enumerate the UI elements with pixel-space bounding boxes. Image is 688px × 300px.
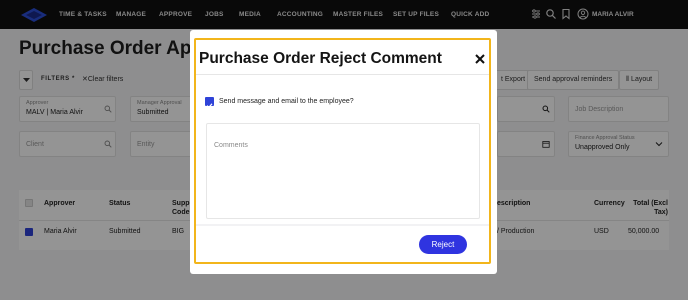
- close-icon[interactable]: [474, 53, 486, 65]
- reject-button[interactable]: Reject: [419, 235, 467, 254]
- modal-header-divider: [196, 74, 489, 75]
- comments-textarea[interactable]: [206, 123, 480, 219]
- modal-title: Purchase Order Reject Comment: [199, 50, 442, 67]
- send-message-label: Send message and email to the employee?: [219, 98, 354, 105]
- send-message-checkbox[interactable]: [205, 97, 214, 109]
- modal-footer-divider: [196, 224, 489, 226]
- checkmark-icon: [206, 103, 213, 109]
